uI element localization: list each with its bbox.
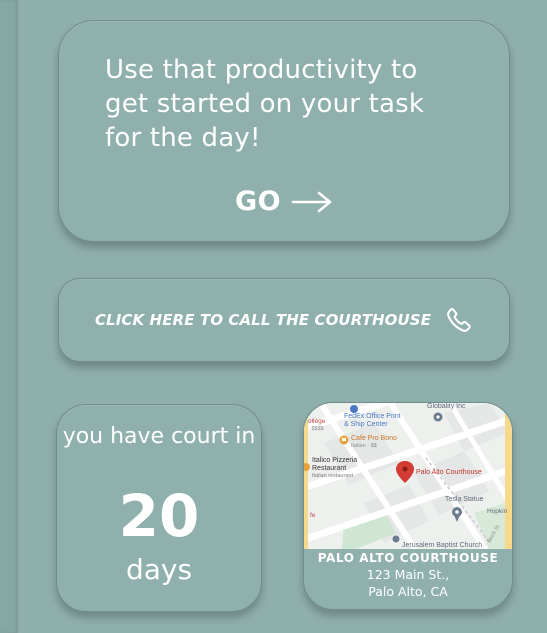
- task-message: Use that productivity to get started on …: [105, 55, 425, 153]
- task-card: Use that productivity to get started on …: [58, 20, 510, 242]
- svg-text:FedEx Office Print: FedEx Office Print: [344, 413, 401, 420]
- svg-text:Palo Alto Courthouse: Palo Alto Courthouse: [416, 469, 482, 476]
- fedex-pin-icon: [350, 405, 358, 413]
- courthouse-location-card[interactable]: Globality Inc FedEx Office Print & Ship …: [303, 402, 513, 610]
- countdown-unit: days: [125, 553, 193, 586]
- svg-text:Italico Pizzeria: Italico Pizzeria: [312, 457, 357, 464]
- phone-icon: [445, 306, 473, 334]
- countdown-number: 20: [118, 482, 200, 550]
- countdown-pre-text: you have court in: [62, 424, 256, 449]
- svg-text:& Ship Center: & Ship Center: [344, 421, 388, 428]
- go-label: GO: [235, 186, 282, 217]
- cafe-pin-icon: [339, 435, 349, 445]
- go-button[interactable]: GO: [235, 186, 333, 217]
- call-courthouse-button[interactable]: CLICK HERE TO CALL THE COURTHOUSE: [58, 278, 510, 362]
- courthouse-info: PALO ALTO COURTHOUSE 123 Main St., Palo …: [304, 550, 512, 600]
- svg-text:Restaurant: Restaurant: [312, 465, 346, 472]
- courthouse-map[interactable]: Globality Inc FedEx Office Print & Ship …: [304, 403, 512, 549]
- svg-text:Tesla Statue: Tesla Statue: [445, 496, 484, 503]
- church-pin-icon: [392, 535, 400, 543]
- svg-text:Hopkin: Hopkin: [487, 508, 508, 515]
- court-countdown-card: you have court in 20 days: [56, 404, 262, 612]
- svg-text:Cafe Pro Bono: Cafe Pro Bono: [351, 435, 397, 442]
- svg-text:Globality Inc: Globality Inc: [427, 403, 466, 410]
- svg-text:ollége: ollége: [308, 418, 326, 425]
- arrow-right-icon: [291, 191, 333, 213]
- globality-pin-icon: [433, 412, 443, 422]
- courthouse-address-line1: 123 Main St.,: [366, 567, 450, 582]
- call-courthouse-label: CLICK HERE TO CALL THE COURTHOUSE: [94, 311, 432, 329]
- left-edge-strip: [0, 0, 18, 633]
- svg-text:Jerusalem Baptist Church: Jerusalem Baptist Church: [402, 542, 482, 549]
- courthouse-address-line2: Palo Alto, CA: [368, 584, 448, 599]
- svg-text:· $$$$: · $$$$: [308, 426, 324, 432]
- svg-text:fe: fe: [310, 512, 316, 519]
- svg-text:Italian · $$: Italian · $$: [351, 443, 377, 449]
- svg-text:Italian restaurant: Italian restaurant: [312, 473, 353, 479]
- courthouse-name: PALO ALTO COURTHOUSE: [317, 551, 499, 565]
